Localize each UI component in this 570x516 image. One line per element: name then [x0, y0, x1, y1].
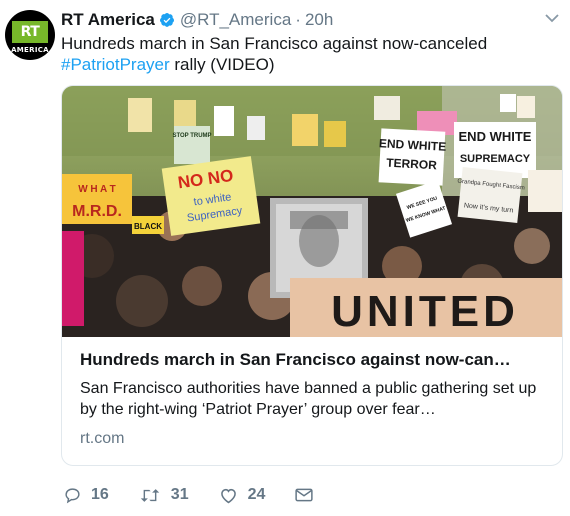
avatar[interactable]: RT AMERICA [5, 10, 55, 60]
caret-down-icon[interactable] [545, 13, 559, 23]
card-domain: rt.com [80, 430, 125, 447]
rt-logo: RT [12, 21, 48, 43]
reply-icon [65, 487, 80, 503]
tweet-text-after: rally (VIDEO) [169, 55, 275, 74]
retweet-icon [140, 488, 160, 502]
svg-text:M.R.D.: M.R.D. [72, 203, 122, 220]
svg-text:BLACK: BLACK [134, 222, 162, 231]
reply-button[interactable]: 16 [64, 486, 109, 504]
reply-count: 16 [91, 486, 109, 503]
verified-icon [159, 13, 174, 27]
card-image[interactable]: STOP TRUMP W H A T M.R.D. NO NO to white… [62, 86, 562, 337]
tweet-time[interactable]: 20h [305, 10, 333, 30]
rt-logo-sub: AMERICA [11, 46, 49, 54]
account-handle[interactable]: @RT_America [180, 10, 291, 30]
card-title[interactable]: Hundreds march in San Francisco against … [80, 349, 544, 370]
hashtag-link[interactable]: #PatriotPrayer [61, 55, 170, 74]
svg-text:UNITED: UNITED [331, 287, 519, 336]
svg-text:END WHITE: END WHITE [459, 129, 532, 144]
message-button[interactable] [295, 488, 323, 502]
message-icon [295, 488, 314, 502]
link-card[interactable]: STOP TRUMP W H A T M.R.D. NO NO to white… [61, 85, 563, 466]
separator-dot: · [295, 10, 301, 29]
tweet-text: Hundreds march in San Francisco against … [61, 33, 561, 75]
retweet-button[interactable]: 31 [139, 486, 189, 504]
retweet-count: 31 [170, 486, 189, 503]
tweet-actions: 16 31 24 [64, 486, 353, 504]
card-description: San Francisco authorities have banned a … [80, 380, 537, 418]
like-icon [220, 488, 236, 503]
account-name[interactable]: RT America [61, 10, 155, 30]
card-body[interactable]: Hundreds march in San Francisco against … [62, 337, 562, 460]
like-button[interactable]: 24 [219, 486, 266, 504]
svg-text:SUPREMACY: SUPREMACY [460, 153, 531, 165]
svg-text:TERROR: TERROR [386, 156, 438, 173]
sign-trump: STOP TRUMP [172, 133, 211, 139]
like-count: 24 [247, 486, 266, 503]
tweet-text-before: Hundreds march in San Francisco against … [61, 34, 488, 53]
tweet-header: RT America @RT_America · 20h [61, 9, 333, 31]
svg-text:W H A T: W H A T [78, 184, 116, 195]
